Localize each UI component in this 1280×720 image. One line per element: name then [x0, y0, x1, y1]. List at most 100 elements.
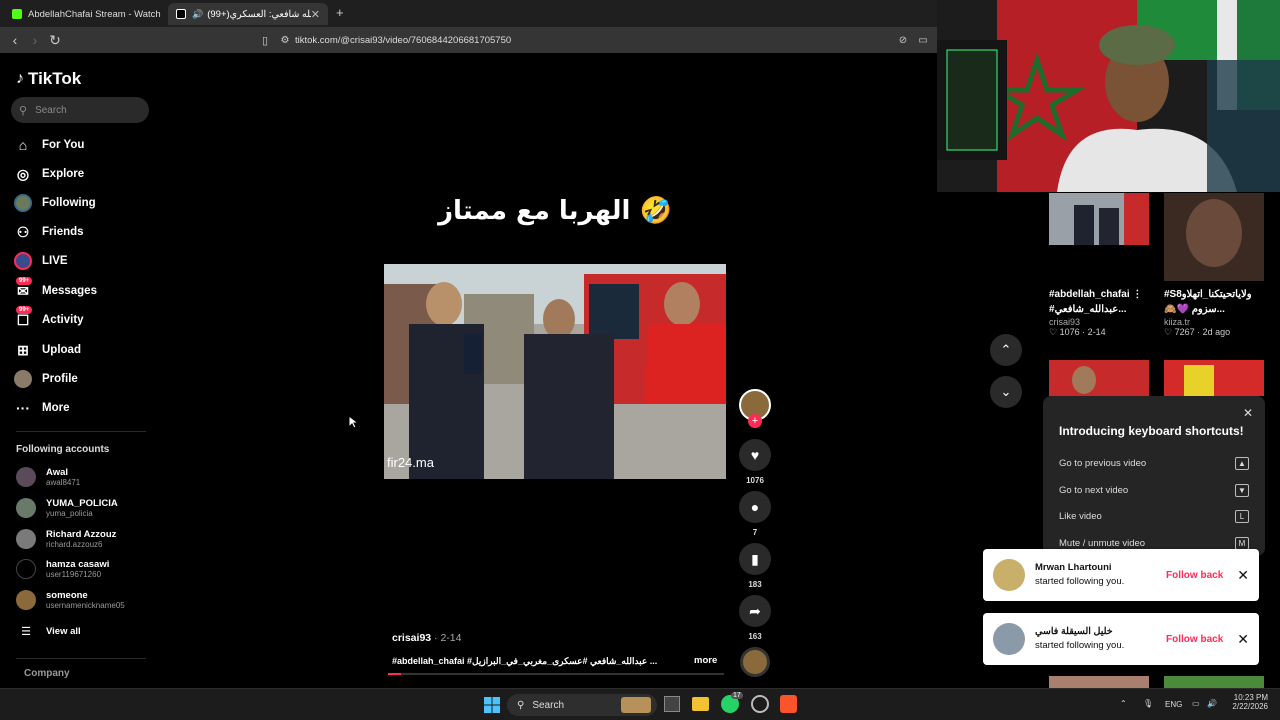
- taskbar-search[interactable]: ⚲ Search: [507, 694, 657, 716]
- nav-live[interactable]: LIVE: [14, 250, 68, 272]
- reader-icon[interactable]: ⊘: [893, 35, 913, 46]
- account-item[interactable]: YUMA_POLICIA yuma_policia: [16, 494, 118, 522]
- site-settings-icon[interactable]: ⚙: [275, 35, 295, 46]
- language-indicator[interactable]: ENG: [1165, 700, 1182, 709]
- reload-icon[interactable]: ↻: [45, 32, 65, 49]
- related-thumbnail[interactable]: [1049, 193, 1149, 245]
- nav-label: Explore: [42, 168, 85, 180]
- account-item[interactable]: hamza casawi user119671260: [16, 555, 109, 583]
- forward-icon[interactable]: ›: [25, 32, 45, 48]
- follow-notification: Mrwan Lhartouni started following you. Fo…: [983, 549, 1259, 601]
- follow-plus-icon[interactable]: +: [748, 414, 762, 428]
- related-thumbnail[interactable]: [1164, 193, 1264, 281]
- share-button[interactable]: ➦ 163: [739, 595, 771, 641]
- tab-kick-stream[interactable]: AbdellahChafai Stream - Watch Live on: [4, 3, 164, 25]
- nav-friends[interactable]: ⚇ Friends: [14, 221, 84, 243]
- account-handle: usernamenickname05: [46, 600, 125, 610]
- nav-explore[interactable]: ◎ Explore: [14, 163, 84, 185]
- cast-icon[interactable]: ▭: [913, 35, 933, 46]
- logo-text: TikTok: [28, 69, 82, 88]
- arrow-down-key-icon: ▼: [1235, 484, 1249, 497]
- related-thumbnail[interactable]: [1164, 676, 1264, 688]
- close-icon[interactable]: ✕: [1237, 631, 1249, 648]
- nav-messages[interactable]: ✉ 99+ Messages: [14, 277, 97, 302]
- volume-icon[interactable]: 🔊: [1207, 699, 1217, 708]
- related-title-line2: 🙈💜 سزوم...: [1164, 304, 1225, 315]
- video-progress-bar[interactable]: [388, 673, 724, 675]
- company-link[interactable]: Company: [24, 668, 70, 679]
- close-tab-icon[interactable]: ✕: [311, 8, 320, 21]
- view-all-link[interactable]: ☰ View all: [16, 617, 81, 645]
- shortcut-row: Like video L: [1059, 510, 1249, 523]
- upload-icon: ⊞: [17, 341, 29, 358]
- l-key-icon: L: [1235, 510, 1249, 523]
- related-card-info[interactable]: #abdellah_chafai ⋮ #عبدالله_شافعي... cri…: [1049, 287, 1159, 338]
- account-item[interactable]: Awal awal8471: [16, 463, 80, 491]
- like-button[interactable]: ♥ 1076: [739, 439, 771, 485]
- avatar: [16, 559, 36, 579]
- next-video-button[interactable]: ⌄: [990, 376, 1022, 408]
- brave-browser-icon[interactable]: [780, 695, 797, 713]
- account-handle: user119671260: [46, 569, 102, 579]
- avatar: [16, 467, 36, 487]
- tab-label: (99+)عبد الله شافعي: العسكري: [207, 8, 311, 20]
- follow-back-button[interactable]: Follow back: [1166, 634, 1223, 645]
- search-input[interactable]: ⚲ Search: [11, 97, 149, 123]
- webcam-overlay: [937, 0, 1280, 192]
- save-button[interactable]: ▮ 183: [739, 543, 771, 589]
- sidebar: ♪ TikTok ⚲ Search ⌂ For You ◎ Explore Fo…: [0, 53, 165, 687]
- previous-video-button[interactable]: ⌃: [990, 334, 1022, 366]
- view-all-label: View all: [46, 625, 81, 637]
- url-field[interactable]: tiktok.com/@crisai93/video/7606844206681…: [295, 35, 511, 46]
- popup-title: Introducing keyboard shortcuts!: [1059, 424, 1244, 438]
- bookmark-icon[interactable]: ▯: [255, 34, 275, 47]
- mic-icon[interactable]: 🎙: [1143, 699, 1153, 708]
- windows-start-icon[interactable]: [483, 696, 501, 714]
- related-card-info[interactable]: #S8ولاياتحيتكنا_اتهلاو 🙈💜 سزوم... kiiza.…: [1164, 287, 1274, 338]
- account-item[interactable]: Richard Azzouz richard.azzouz6: [16, 525, 116, 553]
- keyboard-shortcuts-popup: ✕ Introducing keyboard shortcuts! Go to …: [1043, 396, 1265, 556]
- heart-icon: ♥: [739, 439, 771, 471]
- more-button[interactable]: more: [694, 655, 717, 666]
- related-thumbnail[interactable]: [1164, 360, 1264, 396]
- creator-avatar-button[interactable]: +: [739, 389, 771, 428]
- related-thumbnail[interactable]: [1049, 360, 1149, 396]
- search-highlight-image: [621, 697, 651, 713]
- network-icon[interactable]: ▭: [1192, 699, 1200, 708]
- tray-overflow-icon[interactable]: ⌃: [1120, 699, 1127, 708]
- back-icon[interactable]: ‹: [5, 32, 25, 48]
- account-handle: richard.azzouz6: [46, 539, 103, 549]
- close-icon[interactable]: ✕: [1243, 406, 1253, 420]
- nav-more[interactable]: ··· More: [14, 397, 69, 419]
- clock[interactable]: 10:23 PM 2/22/2026: [1228, 693, 1268, 711]
- related-thumbnail[interactable]: [1049, 676, 1149, 688]
- app-icon[interactable]: [751, 695, 769, 713]
- author-name[interactable]: crisai93: [392, 632, 431, 644]
- follow-back-button[interactable]: Follow back: [1166, 570, 1223, 581]
- tiktok-logo[interactable]: ♪ TikTok: [16, 69, 81, 89]
- address-bar: ‹ › ↻ ▯ ⚙ tiktok.com/@crisai93/video/760…: [0, 27, 937, 53]
- tab-tiktok[interactable]: 🔊 (99+)عبد الله شافعي: العسكري ✕: [168, 3, 328, 25]
- nav-activity[interactable]: ☐ 99+ Activity: [14, 306, 84, 331]
- share-icon: ➦: [739, 595, 771, 627]
- file-explorer-icon[interactable]: [692, 697, 709, 711]
- follower-name: Mrwan Lhartouni: [1035, 562, 1112, 573]
- avatar: [16, 498, 36, 518]
- divider: [16, 658, 146, 659]
- nav-profile[interactable]: Profile: [14, 368, 78, 390]
- shortcut-row: Go to previous video ▲: [1059, 457, 1249, 470]
- nav-following[interactable]: Following: [14, 192, 96, 214]
- new-tab-button[interactable]: +: [336, 5, 344, 20]
- nav-for-you[interactable]: ⌂ For You: [14, 134, 85, 156]
- task-view-icon[interactable]: [664, 696, 680, 712]
- close-icon[interactable]: ✕: [1237, 567, 1249, 584]
- account-item[interactable]: someone usernamenickname05: [16, 586, 125, 614]
- music-disc-button[interactable]: [739, 647, 771, 677]
- account-name: Awal: [46, 466, 69, 478]
- speaker-icon: 🔊: [192, 8, 204, 19]
- video-player[interactable]: [384, 264, 726, 479]
- nav-upload[interactable]: ⊞ Upload: [14, 339, 81, 361]
- chevron-down-icon: ⌄: [1000, 384, 1012, 399]
- windows-taskbar: ⚲ Search 17 ⌃ 🎙 ENG ▭ 🔊 10:23 PM 2/22/20…: [0, 688, 1280, 720]
- comment-button[interactable]: ● 7: [739, 491, 771, 537]
